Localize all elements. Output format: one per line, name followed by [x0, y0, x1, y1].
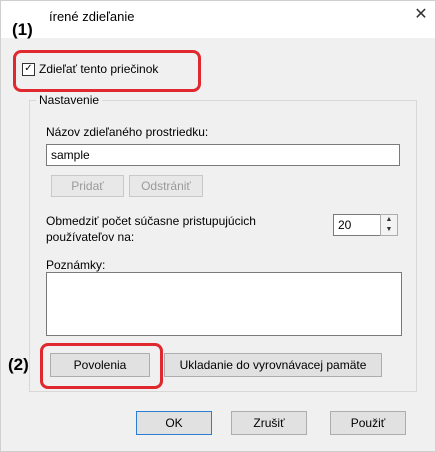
- share-name-label: Názov zdieľaného prostriedku:: [46, 125, 209, 139]
- spin-up-icon[interactable]: ▲: [381, 215, 397, 225]
- ok-button[interactable]: OK: [136, 411, 212, 435]
- checkbox-checked-icon[interactable]: ✓: [22, 62, 35, 76]
- user-limit-label-line1: Obmedziť počet súčasne pristupujúcich: [46, 214, 256, 228]
- callout-marker-2: (2): [8, 355, 29, 374]
- spin-down-icon[interactable]: ▼: [381, 225, 397, 235]
- add-button[interactable]: Pridať: [51, 175, 124, 197]
- settings-group-label: Nastavenie: [36, 93, 103, 107]
- user-limit-spinner[interactable]: ▲ ▼: [380, 214, 398, 236]
- comments-label: Poznámky:: [46, 258, 106, 272]
- share-name-input[interactable]: sample: [46, 144, 400, 166]
- user-limit-label-line2: používateľov na:: [46, 230, 135, 244]
- share-folder-row[interactable]: ✓ Zdieľať tento priečinok: [22, 62, 158, 76]
- cancel-button[interactable]: Zrušiť: [231, 411, 307, 435]
- dialog-title: írené zdieľanie: [49, 9, 135, 24]
- share-folder-label: Zdieľať tento priečinok: [39, 62, 159, 76]
- remove-button[interactable]: Odstrániť: [129, 175, 203, 197]
- caching-button[interactable]: Ukladanie do vyrovnávacej pamäte: [164, 353, 382, 377]
- permissions-button[interactable]: Povolenia: [50, 353, 150, 377]
- close-icon[interactable]: ✕: [411, 5, 431, 25]
- comments-textarea[interactable]: [46, 272, 402, 336]
- callout-marker-1: (1): [12, 20, 33, 39]
- apply-button[interactable]: Použiť: [330, 411, 406, 435]
- user-limit-input[interactable]: 20: [333, 214, 381, 236]
